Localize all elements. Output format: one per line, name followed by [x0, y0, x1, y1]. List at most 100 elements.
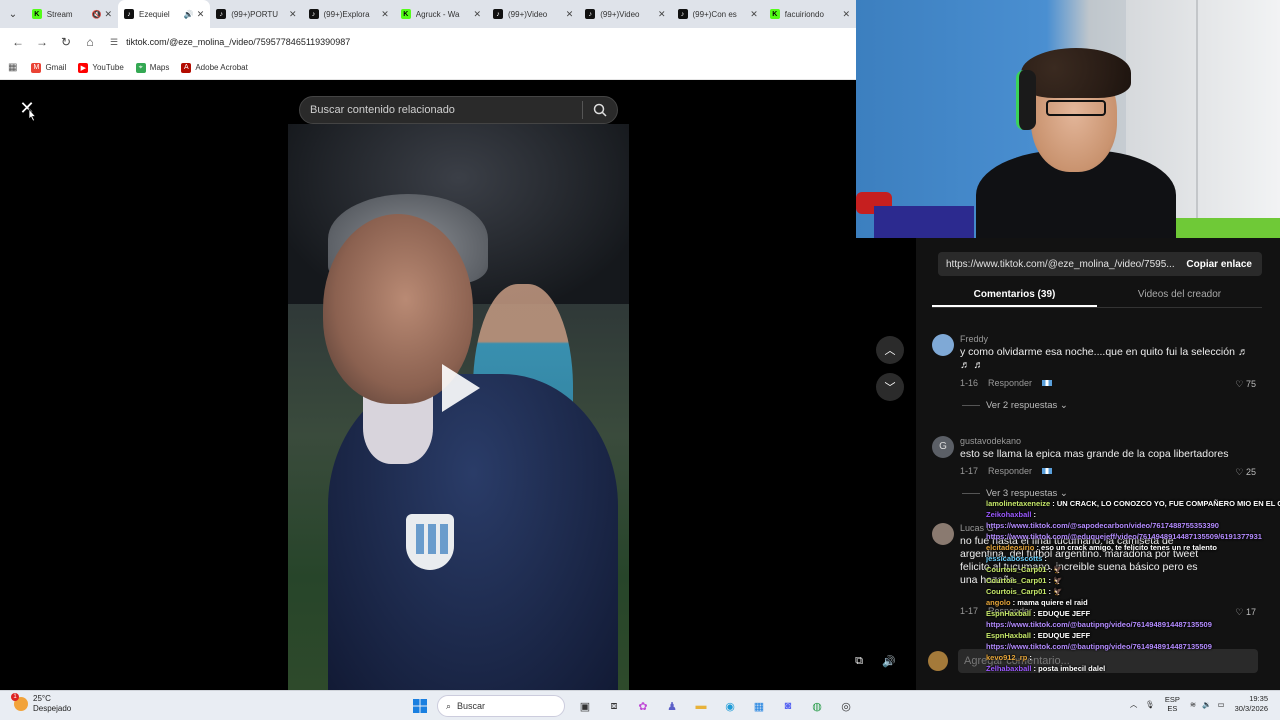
close-tab-icon[interactable]: ✕: [473, 9, 481, 20]
chat-username[interactable]: elcitadeosirio: [986, 543, 1034, 552]
close-tab-icon[interactable]: ✕: [658, 9, 666, 20]
browser-tab[interactable]: K Stream 🔇 ✕: [26, 0, 118, 28]
chat-username[interactable]: kevo912_rp: [986, 653, 1027, 662]
search-icon[interactable]: [583, 103, 617, 117]
video-player[interactable]: [288, 124, 629, 690]
apps-icon[interactable]: ▦: [8, 62, 17, 73]
chat-username[interactable]: Zeikohaxball: [986, 510, 1031, 519]
weather-widget[interactable]: 25°C Despejado: [11, 693, 71, 714]
task-view-icon[interactable]: ▣: [573, 694, 597, 718]
chevron-up-icon[interactable]: ︿: [1130, 699, 1138, 710]
battery-icon[interactable]: ▭: [1218, 700, 1225, 709]
chat-username[interactable]: EspnHaxball: [986, 631, 1031, 640]
previous-video-button[interactable]: ︿: [876, 336, 904, 364]
chat-username[interactable]: angolo: [986, 598, 1011, 607]
bookmark-label: YouTube: [92, 63, 124, 72]
avatar[interactable]: G: [932, 436, 954, 458]
browser-tab[interactable]: ♪ (99+)Explora ✕: [303, 0, 395, 28]
store-icon[interactable]: ▦: [747, 694, 771, 718]
share-url[interactable]: https://www.tiktok.com/@eze_molina_/vide…: [938, 259, 1176, 270]
webcam-green-object: [1176, 218, 1280, 238]
comment-username[interactable]: Freddy: [960, 334, 988, 344]
tab-comments[interactable]: Comentarios (39): [932, 282, 1097, 307]
reload-icon[interactable]: ↻: [54, 30, 78, 54]
browser-tab[interactable]: K Agruck - Wa ✕: [395, 0, 487, 28]
copilot-icon[interactable]: ✿: [631, 694, 655, 718]
home-icon[interactable]: ⌂: [78, 30, 102, 54]
bookmark-gmail[interactable]: M Gmail: [31, 62, 66, 73]
floating-player-icon[interactable]: ⧉: [847, 649, 871, 673]
tab-creator-videos[interactable]: Videos del creador: [1097, 282, 1262, 307]
muted-icon[interactable]: 🔇: [92, 10, 102, 19]
view-replies-button[interactable]: Ver 2 respuestas ⌄: [962, 400, 1068, 411]
edge-icon[interactable]: ◉: [718, 694, 742, 718]
chat-message: kevo912_rp :: [986, 652, 1280, 663]
close-tab-icon[interactable]: ✕: [289, 9, 297, 20]
chat-username[interactable]: Courtois_Carp01: [986, 565, 1046, 574]
comment-username[interactable]: gustavodekano: [960, 436, 1021, 446]
weather-icon: [11, 693, 28, 711]
chat-text[interactable]: https://www.tiktok.com/@sapodecarbon/vid…: [986, 521, 1219, 530]
address-bar[interactable]: ☰ tiktok.com/@eze_molina_/video/75957784…: [110, 31, 856, 53]
share-link-bar: https://www.tiktok.com/@eze_molina_/vide…: [938, 252, 1262, 276]
close-tab-icon[interactable]: ✕: [750, 9, 758, 20]
chat-text: EDUQUE JEFF: [1037, 631, 1091, 640]
chat-separator: :: [1031, 631, 1038, 640]
back-icon[interactable]: ←: [6, 30, 30, 54]
speaker-icon[interactable]: 🔉: [1202, 700, 1211, 709]
chat-text[interactable]: https://www.tiktok.com/@bautipng/video/7…: [986, 620, 1212, 629]
bookmark-maps[interactable]: ⌖ Maps: [135, 62, 169, 73]
chat-username[interactable]: lamolinetaxeneize: [986, 499, 1050, 508]
browser-tab[interactable]: ♪ (99+)Video ✕: [579, 0, 671, 28]
close-tab-icon[interactable]: ✕: [842, 9, 850, 20]
browser-tab[interactable]: ♪ (99+)Video ✕: [487, 0, 579, 28]
language-indicator[interactable]: ESP ES: [1165, 695, 1180, 713]
obs-icon[interactable]: ◎: [834, 694, 858, 718]
tab-title: facuiriondo: [784, 9, 824, 19]
chat-username[interactable]: Zelhabaxball: [986, 664, 1031, 673]
browser-tab[interactable]: ♪ (99+)PORTU ✕: [210, 0, 302, 28]
close-tab-icon[interactable]: ✕: [381, 9, 389, 20]
like-count[interactable]: ♡ 75: [1235, 379, 1256, 390]
tab-title: (99+)Con es: [692, 9, 737, 19]
site-info-icon[interactable]: ☰: [110, 37, 118, 48]
related-search-input[interactable]: Buscar contenido relacionado: [299, 96, 618, 124]
tab-search-icon[interactable]: ⌄: [0, 0, 26, 28]
close-tab-icon[interactable]: ✕: [566, 9, 574, 20]
bookmark-youtube[interactable]: ▶ YouTube: [78, 62, 124, 73]
avatar[interactable]: [932, 334, 954, 356]
chat-username[interactable]: EspnHaxball: [986, 609, 1031, 618]
taskbar-search[interactable]: ⌕ Buscar: [437, 695, 565, 717]
chat-username[interactable]: Courtois_Carp01: [986, 576, 1046, 585]
close-tab-icon[interactable]: ✕: [197, 9, 205, 20]
windows-start-icon[interactable]: [408, 694, 432, 718]
webcam-shirt: [874, 206, 974, 238]
widgets-icon[interactable]: ⧈: [602, 694, 626, 718]
next-video-button[interactable]: ﹀: [876, 373, 904, 401]
chat-text[interactable]: https://www.tiktok.com/@bautipng/video/7…: [986, 642, 1212, 651]
close-tab-icon[interactable]: ✕: [104, 9, 112, 20]
like-count[interactable]: ♡ 25: [1235, 467, 1256, 478]
forward-icon[interactable]: →: [30, 30, 54, 54]
file-explorer-icon[interactable]: ▬: [689, 694, 713, 718]
wifi-icon[interactable]: ≋: [1190, 700, 1196, 709]
bookmark-adobe[interactable]: A Adobe Acrobat: [181, 62, 248, 73]
teams-icon[interactable]: ♟: [660, 694, 684, 718]
browser-tab[interactable]: K facuiriondo ✕: [764, 0, 856, 28]
chat-text[interactable]: https://www.tiktok.com/@eduquejeff/video…: [986, 532, 1262, 541]
discord-icon[interactable]: ◙: [776, 694, 800, 718]
browser-tab[interactable]: ♪ (99+)Con es ✕: [672, 0, 764, 28]
clock[interactable]: 19:35 30/3/2026: [1235, 694, 1268, 714]
volume-icon[interactable]: 🔊: [877, 649, 901, 673]
play-icon[interactable]: [442, 364, 480, 412]
sound-icon[interactable]: 🔊: [184, 10, 194, 19]
microphone-icon[interactable]: 🎙: [1145, 700, 1155, 709]
chat-username[interactable]: Courtois_Carp01: [986, 587, 1046, 596]
reply-button[interactable]: Responder: [988, 378, 1032, 388]
browser-tab-active[interactable]: ♪ Ezequiel 🔊 ✕: [118, 0, 211, 28]
avatar[interactable]: [932, 523, 954, 545]
chat-username[interactable]: jessicaboscotts: [986, 554, 1042, 563]
copy-link-button[interactable]: Copiar enlace: [1176, 259, 1262, 270]
reply-button[interactable]: Responder: [988, 466, 1032, 476]
chrome-icon[interactable]: ◍: [805, 694, 829, 718]
